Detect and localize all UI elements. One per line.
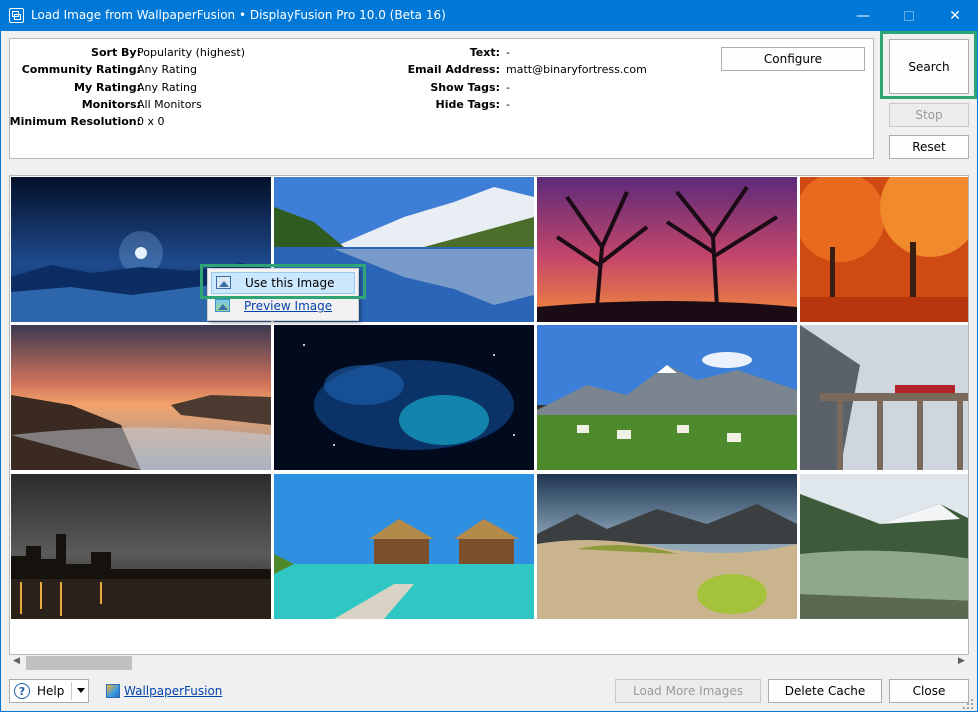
wallpaperfusion-link[interactable]: WallpaperFusion <box>124 684 222 698</box>
title-bar: Load Image from WallpaperFusion • Displa… <box>0 0 978 31</box>
maximize-button[interactable] <box>886 0 932 31</box>
configure-button[interactable]: Configure <box>721 47 865 71</box>
displayfusion-app-icon <box>9 8 24 23</box>
thumbnail-sunset-trees[interactable] <box>537 177 797 322</box>
scrollbar-thumb[interactable] <box>26 656 132 670</box>
maximize-icon <box>904 10 914 21</box>
thumbnail-autumn-forest[interactable] <box>800 177 968 322</box>
wallpaperfusion-icon <box>106 684 120 698</box>
thumbnail-night-city-skyline[interactable] <box>11 474 271 619</box>
thumbnail-rocky-coast-sunset[interactable] <box>11 325 271 470</box>
image-grid <box>9 175 969 655</box>
hide-tags-label: Hide Tags: <box>435 98 500 111</box>
text-filter-value: - <box>506 46 510 59</box>
text-filter-label: Text: <box>469 46 500 59</box>
help-icon: ? <box>14 683 30 699</box>
my-rating-value: Any Rating <box>137 81 197 94</box>
help-label: Help <box>37 684 65 698</box>
help-separator <box>71 682 72 700</box>
minimize-button[interactable]: — <box>840 0 886 31</box>
resize-grip-icon[interactable] <box>962 698 974 710</box>
preview-image-label: Preview Image <box>244 299 333 313</box>
load-more-images-button[interactable]: Load More Images <box>615 679 761 703</box>
thumbnail-desert-dunes[interactable] <box>537 474 797 619</box>
window-title: Load Image from WallpaperFusion • Displa… <box>31 8 446 22</box>
reset-button[interactable]: Reset <box>889 135 969 159</box>
preview-image-icon <box>215 299 230 312</box>
thumbnail-mountain-village[interactable] <box>537 325 797 470</box>
sort-by-value: Popularity (highest) <box>137 46 245 59</box>
scroll-right-icon[interactable]: ▶ <box>958 656 965 666</box>
community-rating-value: Any Rating <box>137 63 197 76</box>
show-tags-value: - <box>506 81 510 94</box>
use-image-highlight <box>200 264 366 299</box>
close-window-button[interactable]: ✕ <box>932 0 978 31</box>
thumbnail-snowy-railway-viaduct[interactable] <box>800 325 968 470</box>
show-tags-label: Show Tags: <box>430 81 500 94</box>
help-dropdown-button[interactable]: ? Help <box>9 679 89 703</box>
sort-by-label: Sort By: <box>91 46 141 59</box>
minimum-resolution-value: 0 x 0 <box>137 115 165 128</box>
email-address-label: Email Address: <box>407 63 500 76</box>
search-button[interactable]: Search <box>889 39 969 94</box>
preview-image-menu-item[interactable]: Preview Image <box>211 296 355 318</box>
close-button[interactable]: Close <box>889 679 969 703</box>
monitors-value: All Monitors <box>137 98 202 111</box>
community-rating-label: Community Rating: <box>21 63 141 76</box>
scroll-left-icon[interactable]: ◀ <box>13 656 20 666</box>
stop-button[interactable]: Stop <box>889 103 969 127</box>
thumbnail-overwater-bungalows[interactable] <box>274 474 534 619</box>
minimum-resolution-label: Minimum Resolution: <box>9 115 141 128</box>
monitors-label: Monitors: <box>81 98 141 111</box>
my-rating-label: My Rating: <box>74 81 141 94</box>
horizontal-scrollbar[interactable]: ◀ ▶ <box>9 655 969 671</box>
thumbnail-mountain-valley-lake[interactable] <box>800 474 968 619</box>
delete-cache-button[interactable]: Delete Cache <box>768 679 882 703</box>
hide-tags-value: - <box>506 98 510 111</box>
email-address-value: matt@binaryfortress.com <box>506 63 647 76</box>
chevron-down-icon[interactable] <box>77 688 85 693</box>
thumbnail-blue-nebula[interactable] <box>274 325 534 470</box>
